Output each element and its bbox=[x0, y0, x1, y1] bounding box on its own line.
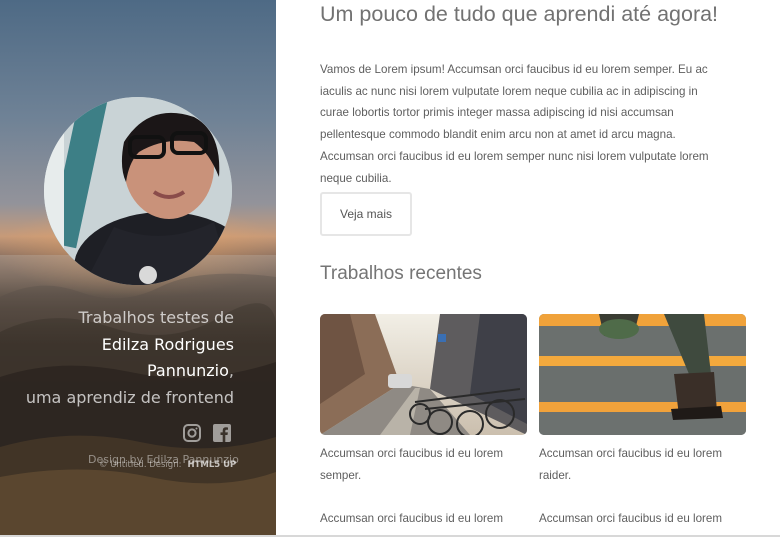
author-name: Edilza Rodrigues Pannunzio bbox=[101, 334, 234, 381]
section-title-recent-works: Trabalhos recentes bbox=[320, 263, 482, 284]
work-caption-row2: Accumsan orci faucibus id eu lorem bbox=[320, 512, 504, 525]
social-links bbox=[183, 424, 231, 442]
work-thumbnail-street[interactable] bbox=[320, 314, 527, 435]
work-caption: Accumsan orci faucibus id eu lorem raide… bbox=[539, 447, 723, 482]
sidebar: Trabalhos testes de Edilza Rodrigues Pan… bbox=[0, 0, 276, 537]
work-caption-row2: Accumsan orci faucibus id eu lorem bbox=[539, 512, 723, 525]
work-card[interactable]: Accumsan orci faucibus id eu lorem raide… bbox=[539, 314, 746, 486]
avatar bbox=[44, 97, 232, 285]
work-caption: Accumsan orci faucibus id eu lorem sempe… bbox=[320, 447, 504, 482]
intro-text: Trabalhos testes de Edilza Rodrigues Pan… bbox=[14, 305, 234, 411]
html5up-link[interactable]: HTML5 UP bbox=[187, 460, 236, 470]
work-thumbnail-stairs[interactable] bbox=[539, 314, 746, 435]
work-card[interactable]: Accumsan orci faucibus id eu lorem sempe… bbox=[320, 314, 527, 486]
intro-paragraph: Vamos de Lorem ipsum! Accumsan orci fauc… bbox=[320, 63, 709, 185]
facebook-icon[interactable] bbox=[213, 424, 231, 442]
see-more-button[interactable]: Veja mais bbox=[320, 192, 412, 236]
intro-line-3: uma aprendiz de frontend bbox=[25, 387, 234, 407]
page-title: Um pouco de tudo que aprendi até agora! bbox=[320, 2, 719, 26]
main-content: Um pouco de tudo que aprendi até agora! … bbox=[276, 0, 780, 537]
intro-line-1: Trabalhos testes de bbox=[78, 308, 234, 327]
intro-comma: , bbox=[228, 361, 234, 380]
copyright: © Untitled. Design: HTML5 UP bbox=[99, 460, 236, 470]
instagram-icon[interactable] bbox=[183, 424, 201, 442]
copyright-text: © Untitled. Design: bbox=[99, 460, 182, 470]
